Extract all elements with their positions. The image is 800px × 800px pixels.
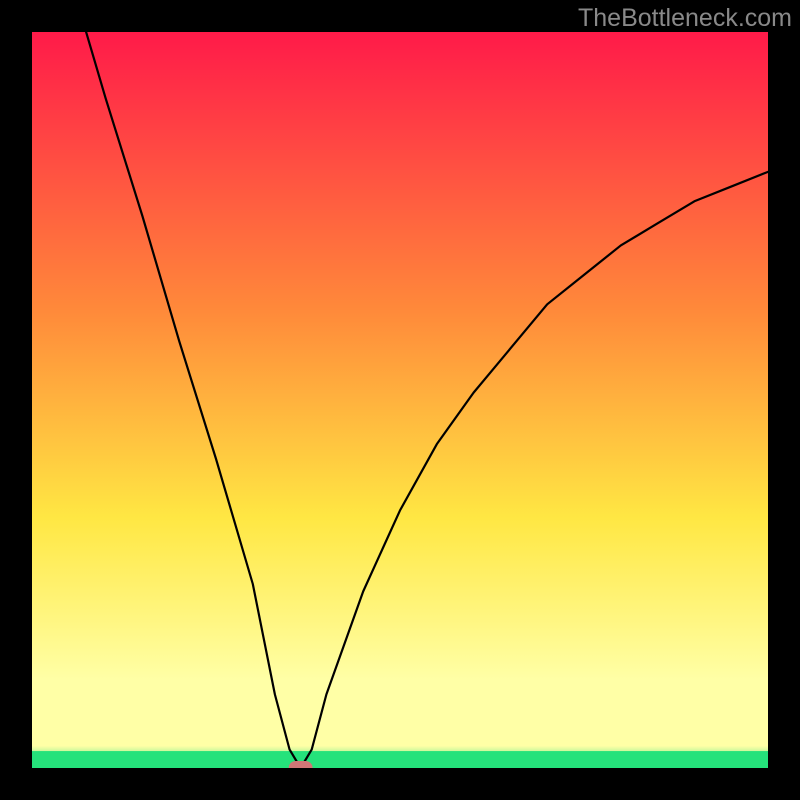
watermark-text: TheBottleneck.com: [578, 4, 792, 33]
chart-svg: [0, 0, 800, 800]
bottleneck-chart: TheBottleneck.com: [0, 0, 800, 800]
